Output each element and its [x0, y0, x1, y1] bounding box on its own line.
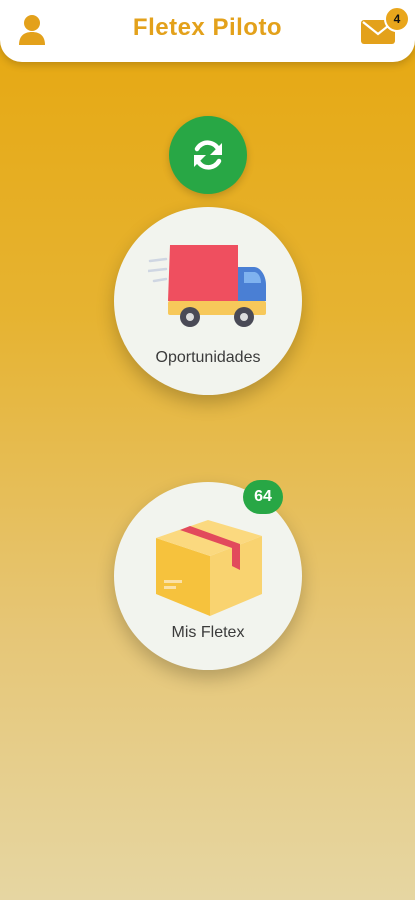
- app-title: Fletex Piloto: [132, 14, 283, 41]
- box-icon: [156, 520, 262, 616]
- refresh-button[interactable]: [169, 116, 247, 194]
- mis-fletex-label: Mis Fletex: [171, 624, 245, 641]
- sync-icon: [194, 140, 222, 170]
- oportunidades-label: Oportunidades: [155, 349, 261, 366]
- oportunidades-card[interactable]: Oportunidades: [114, 207, 302, 395]
- truck-icon: [148, 245, 266, 327]
- messages-badge: 4: [384, 6, 410, 32]
- app-header: Fletex Piloto 4: [0, 0, 415, 62]
- mis-fletex-count-badge: 64: [243, 480, 283, 514]
